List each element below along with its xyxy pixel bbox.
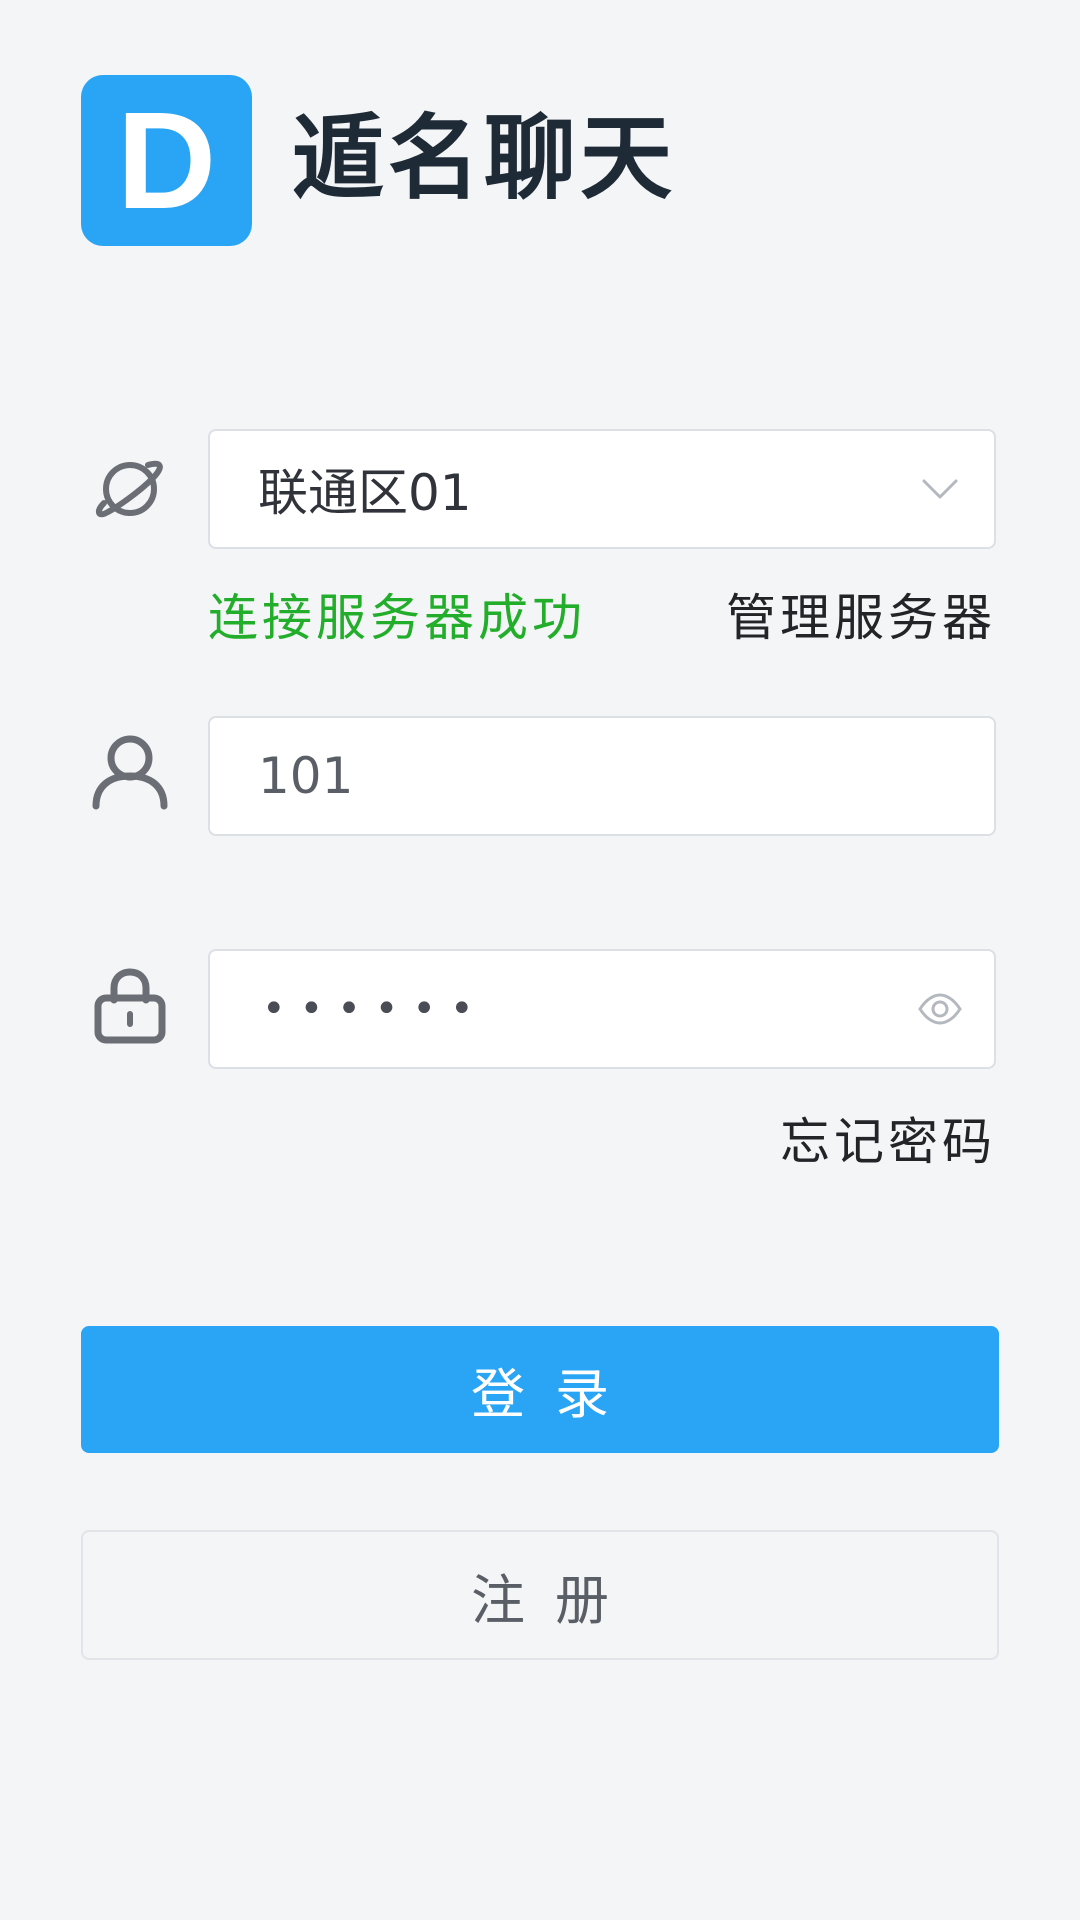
forgot-password-link[interactable]: 忘记密码 xyxy=(780,1102,996,1174)
manage-servers-link[interactable]: 管理服务器 xyxy=(726,578,996,650)
login-button[interactable]: 登录 xyxy=(81,1326,999,1453)
app-title: 遁名聊天 xyxy=(292,105,677,212)
lock-icon xyxy=(88,962,172,1046)
register-button[interactable]: 注册 xyxy=(81,1530,999,1660)
planet-icon xyxy=(88,447,172,531)
username-field[interactable]: 101 xyxy=(208,716,996,836)
server-select[interactable]: 联通区01 xyxy=(208,429,996,549)
username-value: 101 xyxy=(258,747,354,805)
password-field[interactable]: •••••• xyxy=(208,949,996,1069)
user-icon xyxy=(88,728,172,812)
logo-letter: D xyxy=(116,83,217,238)
server-select-value: 联通区01 xyxy=(258,464,472,522)
password-value: •••••• xyxy=(262,986,488,1032)
server-status: 连接服务器成功 xyxy=(208,589,586,647)
chevron-down-icon[interactable] xyxy=(916,465,964,513)
app-logo: D xyxy=(81,75,252,246)
eye-icon[interactable] xyxy=(916,985,964,1033)
